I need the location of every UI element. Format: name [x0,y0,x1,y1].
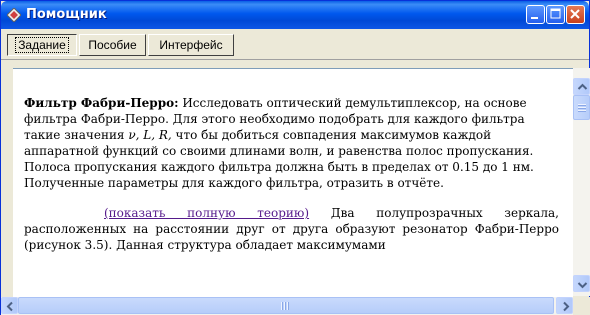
window-title: Помощник [26,7,107,22]
minimize-icon [531,17,538,19]
app-icon [7,8,21,22]
chevron-right-icon [563,301,570,312]
show-theory-link[interactable]: (показать полную теорию) [104,206,309,220]
scroll-right-button[interactable] [556,297,573,314]
tab-task[interactable]: Задание [7,34,77,56]
tab-interface-label: Интерфейс [159,38,223,52]
task-variables: ν, L, R, [128,128,172,142]
theory-paragraph: (показать полную теорию) Два полупрозрач… [24,205,559,253]
horizontal-scroll-thumb[interactable] [18,297,554,314]
tab-manual[interactable]: Пособие [79,34,146,56]
assistant-window: Помощник Задание Пособие Интерфейс Фильт… [0,0,590,315]
tab-manual-label: Пособие [88,38,137,52]
task-paragraph: Фильтр Фабри-Перро: Исследовать оптическ… [24,95,559,191]
maximize-icon [550,8,561,19]
scroll-up-button[interactable] [573,78,590,95]
chevron-left-icon [6,301,13,312]
horizontal-scrollbar[interactable] [1,297,573,315]
tab-task-label: Задание [15,37,69,53]
content-pane[interactable]: Фильтр Фабри-Перро: Исследовать оптическ… [13,68,573,297]
vertical-scroll-thumb[interactable] [573,95,590,120]
tab-interface[interactable]: Интерфейс [148,34,234,56]
task-text: Фильтр Фабри-Перро: Исследовать оптическ… [24,95,559,253]
chevron-down-icon [577,282,588,289]
scroll-left-button[interactable] [1,297,18,314]
title-bar[interactable]: Помощник [1,1,589,29]
scrollbar-corner [573,297,590,315]
close-icon [570,9,580,19]
tab-bar: Задание Пособие Интерфейс [1,29,589,60]
toolbar-spacer [1,60,589,68]
task-heading: Фильтр Фабри-Перро: [24,96,179,110]
maximize-button[interactable] [546,5,565,24]
vertical-scrollbar[interactable] [573,68,590,296]
scroll-down-button[interactable] [573,275,590,292]
minimize-button[interactable] [526,5,545,24]
close-button[interactable] [566,5,585,24]
chevron-up-icon [577,83,588,90]
